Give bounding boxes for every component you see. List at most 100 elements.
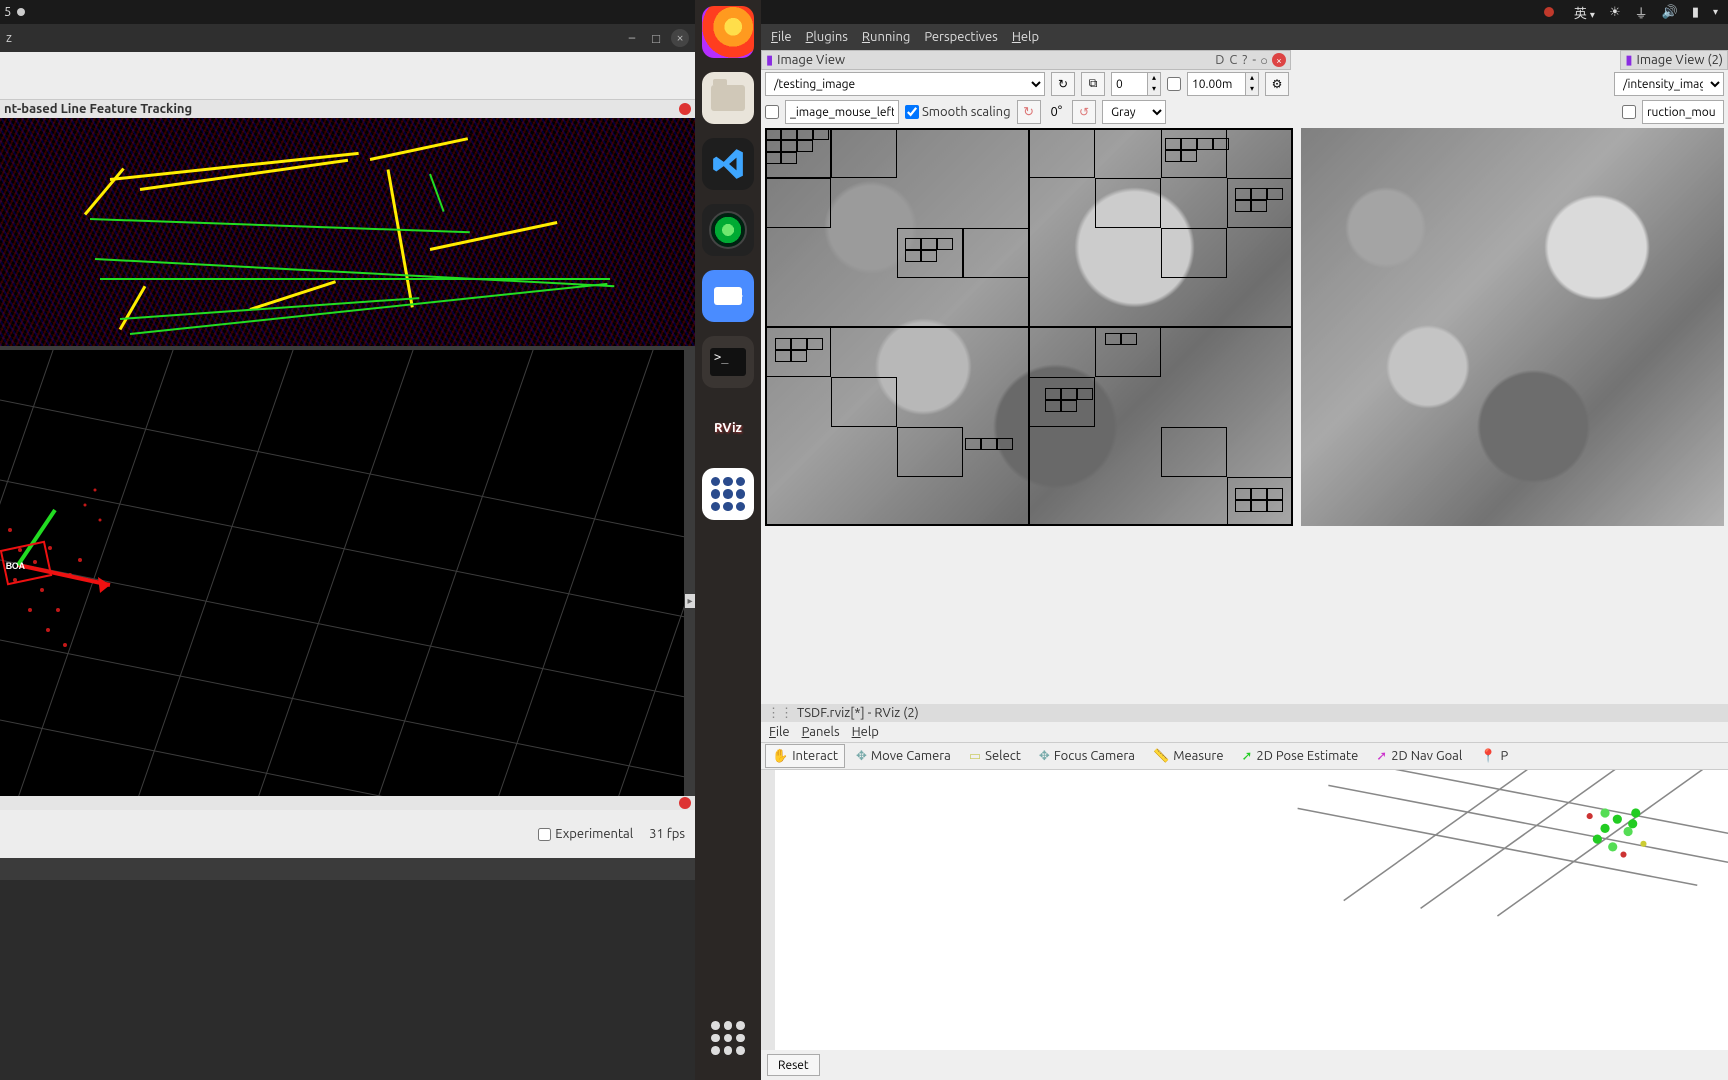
menu-plugins[interactable]: Plugins bbox=[806, 30, 848, 44]
num-spinner[interactable]: ▴▾ bbox=[1111, 72, 1161, 96]
panel-expand-handle[interactable]: ▸ bbox=[763, 800, 768, 812]
panel-title-text: nt-based Line Feature Tracking bbox=[4, 102, 192, 116]
mouse-topic-input[interactable] bbox=[785, 100, 899, 124]
unknown-checkbox1[interactable] bbox=[1167, 77, 1181, 91]
dock-restore-icon[interactable]: ○ bbox=[1260, 53, 1268, 68]
point-pin-icon: 📍 bbox=[1480, 749, 1496, 764]
dock-close-icon[interactable]: × bbox=[1272, 53, 1286, 67]
frame-label: ᴮᴼᴬ bbox=[6, 561, 26, 575]
window-title: z bbox=[6, 31, 12, 45]
minimize-button[interactable]: – bbox=[623, 29, 641, 47]
recording-indicator-icon[interactable] bbox=[1544, 7, 1554, 17]
nav-goal-tool[interactable]: ➚2D Nav Goal bbox=[1369, 744, 1469, 768]
rqt-window: File Plugins Running Perspectives Help ▮… bbox=[761, 24, 1728, 704]
colormap-select[interactable]: Gray bbox=[1102, 100, 1166, 124]
pose-estimate-tool[interactable]: ➚2D Pose Estimate bbox=[1235, 744, 1366, 768]
status-bar: Experimental 31 fps bbox=[0, 810, 695, 858]
zoom-input[interactable] bbox=[1187, 72, 1245, 96]
move-camera-tool[interactable]: ✥Move Camera bbox=[849, 744, 958, 768]
maximize-button[interactable]: □ bbox=[647, 29, 665, 47]
rotate-cw-button[interactable]: ↻ bbox=[1017, 100, 1041, 124]
rviz2-titlebar[interactable]: ⋮⋮ TSDF.rviz[*] - RViz (2) bbox=[761, 704, 1728, 722]
save-image-button[interactable]: ⧉ bbox=[1081, 72, 1105, 96]
menu-perspectives[interactable]: Perspectives bbox=[924, 30, 997, 44]
volume-icon[interactable]: 🔊 bbox=[1662, 5, 1678, 20]
panel-header[interactable]: nt-based Line Feature Tracking bbox=[0, 100, 695, 118]
topic-select[interactable]: /testing_image bbox=[765, 72, 1045, 96]
mouse-checkbox[interactable] bbox=[765, 105, 779, 119]
topic2-select[interactable]: /intensity_imag bbox=[1614, 72, 1724, 96]
move-icon: ✥ bbox=[856, 749, 867, 764]
rqt-menubar: File Plugins Running Perspectives Help bbox=[761, 24, 1728, 50]
menu-file[interactable]: File bbox=[769, 725, 790, 739]
spinner-up-icon[interactable]: ▴ bbox=[1246, 73, 1258, 84]
dock-dco-icons[interactable]: D C ? bbox=[1215, 53, 1248, 67]
focus-icon: ✥ bbox=[1039, 749, 1050, 764]
dock-minimize-icon[interactable]: - bbox=[1252, 53, 1256, 67]
vscode-icon[interactable] bbox=[702, 138, 754, 190]
expand-handle[interactable]: ▸ bbox=[685, 594, 695, 608]
spinner-down-icon[interactable]: ▾ bbox=[1246, 84, 1258, 95]
spinner-down-icon[interactable]: ▾ bbox=[1148, 84, 1160, 95]
smooth-scaling-checkbox[interactable]: Smooth scaling bbox=[905, 105, 1011, 119]
mouse-checkbox2[interactable] bbox=[1622, 105, 1636, 119]
measure-icon: 📏 bbox=[1153, 749, 1169, 764]
close-button[interactable]: × bbox=[671, 29, 689, 47]
record-indicator-icon[interactable] bbox=[679, 797, 691, 809]
settings-button[interactable]: ⚙ bbox=[1265, 72, 1289, 96]
mouse-topic-input2[interactable] bbox=[1642, 100, 1724, 124]
experimental-checkbox-input[interactable] bbox=[538, 828, 551, 841]
image-view-dock-header[interactable]: ▮ Image View D C ? - ○ × bbox=[761, 50, 1291, 70]
launcher-dock: >_ RViz bbox=[695, 0, 761, 1080]
reset-button[interactable]: Reset bbox=[767, 1054, 820, 1076]
quadtree-overlay bbox=[765, 128, 1293, 526]
system-top-bar: 5 英 ▾ ☀ ⏚ 🔊 ▮ ▾ bbox=[0, 0, 1728, 24]
rotate-ccw-button[interactable]: ↺ bbox=[1072, 100, 1096, 124]
measure-tool[interactable]: 📏Measure bbox=[1146, 744, 1231, 768]
select-tool[interactable]: ▭Select bbox=[962, 744, 1028, 768]
menu-running[interactable]: Running bbox=[862, 30, 910, 44]
system-menu-chevron-icon[interactable]: ▾ bbox=[1713, 6, 1718, 18]
image-view2-dock-header[interactable]: ▮ Image View (2) bbox=[1620, 50, 1728, 70]
rviz2-toolbar: ✋Interact ✥Move Camera ▭Select ✥Focus Ca… bbox=[761, 742, 1728, 770]
rviz-3d-canvas[interactable]: ᴮᴼᴬ bbox=[0, 350, 684, 796]
menu-help[interactable]: Help bbox=[852, 725, 879, 739]
rviz-icon[interactable]: RViz bbox=[702, 402, 754, 454]
brightness-icon[interactable]: ☀ bbox=[1609, 5, 1621, 20]
ime-indicator[interactable]: 英 ▾ bbox=[1574, 3, 1595, 22]
image-view-toolbar2: Smooth scaling ↻ 0° ↺ Gray bbox=[761, 98, 1728, 126]
wifi-icon[interactable]: ⏚ bbox=[1635, 3, 1648, 22]
experimental-checkbox[interactable]: Experimental bbox=[538, 827, 633, 841]
terminal-icon[interactable]: >_ bbox=[702, 336, 754, 388]
rviz2-footer: Reset bbox=[761, 1050, 1728, 1080]
indicator-dot bbox=[17, 8, 25, 16]
image-view-secondary[interactable] bbox=[1301, 128, 1724, 526]
grid-app-icon[interactable] bbox=[702, 468, 754, 520]
record-indicator-icon[interactable] bbox=[679, 103, 691, 115]
nav-arrow-icon: ➚ bbox=[1376, 749, 1387, 764]
select-icon: ▭ bbox=[969, 749, 981, 764]
battery-icon[interactable]: ▮ bbox=[1692, 5, 1699, 20]
firefox-icon[interactable] bbox=[702, 6, 754, 58]
image-view-main[interactable] bbox=[765, 128, 1293, 526]
zoom-icon[interactable] bbox=[702, 270, 754, 322]
refresh-button[interactable]: ↻ bbox=[1051, 72, 1075, 96]
show-applications-icon[interactable] bbox=[702, 1012, 754, 1064]
menu-help[interactable]: Help bbox=[1012, 30, 1039, 44]
line-feature-canvas[interactable] bbox=[0, 118, 695, 346]
num-spinner-input[interactable] bbox=[1111, 72, 1147, 96]
camera-app-icon[interactable] bbox=[702, 204, 754, 256]
zoom-spinner[interactable]: ▴▾ bbox=[1187, 72, 1259, 96]
panel-footer bbox=[0, 796, 695, 810]
rviz2-window: ⋮⋮ TSDF.rviz[*] - RViz (2) File Panels H… bbox=[761, 704, 1728, 1080]
publish-point-tool[interactable]: 📍P bbox=[1473, 744, 1515, 768]
interact-tool[interactable]: ✋Interact bbox=[765, 744, 845, 768]
rviz2-viewport[interactable]: ▸ bbox=[761, 770, 1728, 1050]
menu-file[interactable]: File bbox=[771, 30, 792, 44]
pose-arrow-icon: ➚ bbox=[1242, 749, 1253, 764]
focus-camera-tool[interactable]: ✥Focus Camera bbox=[1032, 744, 1142, 768]
window-titlebar[interactable]: z – □ × bbox=[0, 24, 695, 52]
files-icon[interactable] bbox=[702, 72, 754, 124]
menu-panels[interactable]: Panels bbox=[802, 725, 840, 739]
spinner-up-icon[interactable]: ▴ bbox=[1148, 73, 1160, 84]
